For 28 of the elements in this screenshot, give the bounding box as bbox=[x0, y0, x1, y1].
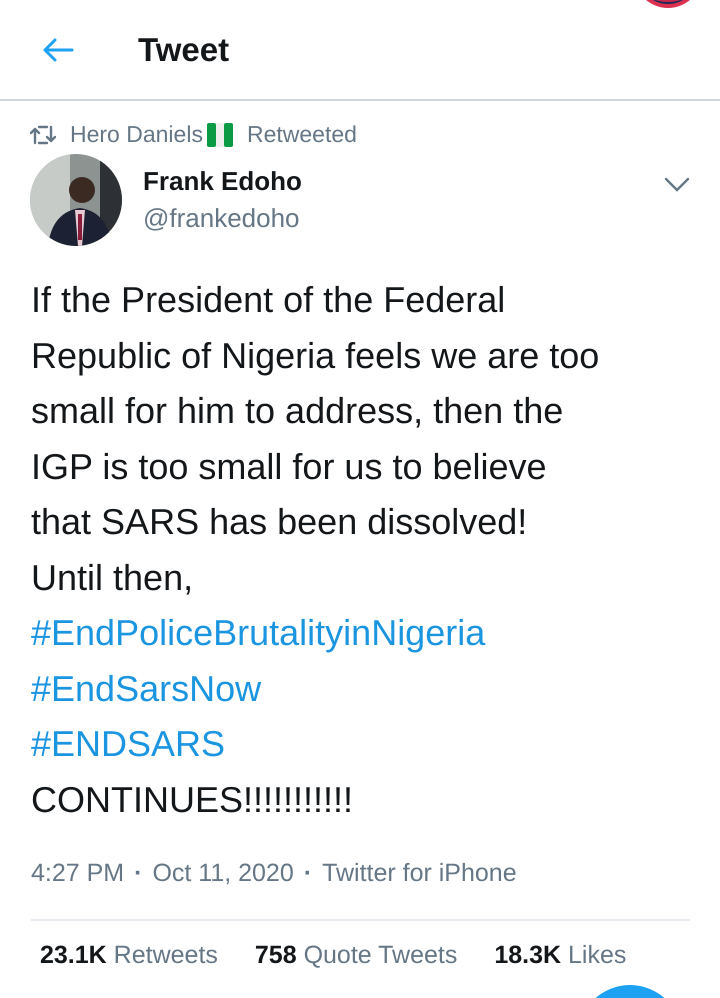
author-handle[interactable]: @frankedoho bbox=[143, 203, 664, 234]
tweet-text: Until then, bbox=[31, 556, 194, 600]
tweet-meta: 4:27 PM bbox=[31, 859, 124, 888]
back-arrow-icon bbox=[42, 38, 74, 62]
separator-dot: · bbox=[134, 859, 142, 888]
stat-link[interactable]: 23.1K Retweets bbox=[40, 941, 218, 970]
hashtag-link[interactable]: #EndPoliceBrutalityinNigeria bbox=[31, 605, 720, 660]
stat-link[interactable]: 18.3K Likes bbox=[494, 941, 626, 970]
tweet-text: CONTINUES!!!!!!!!!!! bbox=[31, 778, 354, 822]
page-title: Tweet bbox=[138, 30, 230, 68]
retweeter-name[interactable]: Hero Daniels bbox=[70, 121, 203, 148]
retweet-icon bbox=[30, 124, 56, 144]
tweet-text: If the President of the Federal bbox=[31, 278, 506, 322]
tweet-text: IGP is too small for us to believe bbox=[31, 444, 548, 488]
tweet-text: small for him to address, then the bbox=[31, 389, 564, 433]
more-options-button[interactable] bbox=[664, 176, 690, 194]
tweet-text: Republic of Nigeria feels we are too bbox=[31, 334, 600, 378]
separator-dot: · bbox=[304, 859, 312, 888]
stat-link[interactable]: 758 Quote Tweets bbox=[254, 941, 458, 970]
hashtag-link[interactable]: #ENDSARS bbox=[31, 716, 720, 772]
chevron-down-icon bbox=[664, 176, 690, 192]
flag-icon bbox=[206, 122, 233, 146]
hashtag-link[interactable]: #EndSarsNow bbox=[31, 660, 720, 716]
tweet-text: that SARS has been dissolved! bbox=[31, 500, 528, 544]
retweeted-label: Retweeted bbox=[246, 121, 357, 148]
tweet-meta[interactable]: Twitter for iPhone bbox=[322, 859, 517, 888]
author-name[interactable]: Frank Edoho bbox=[143, 166, 664, 197]
tweet-meta: Oct 11, 2020 bbox=[152, 859, 294, 888]
